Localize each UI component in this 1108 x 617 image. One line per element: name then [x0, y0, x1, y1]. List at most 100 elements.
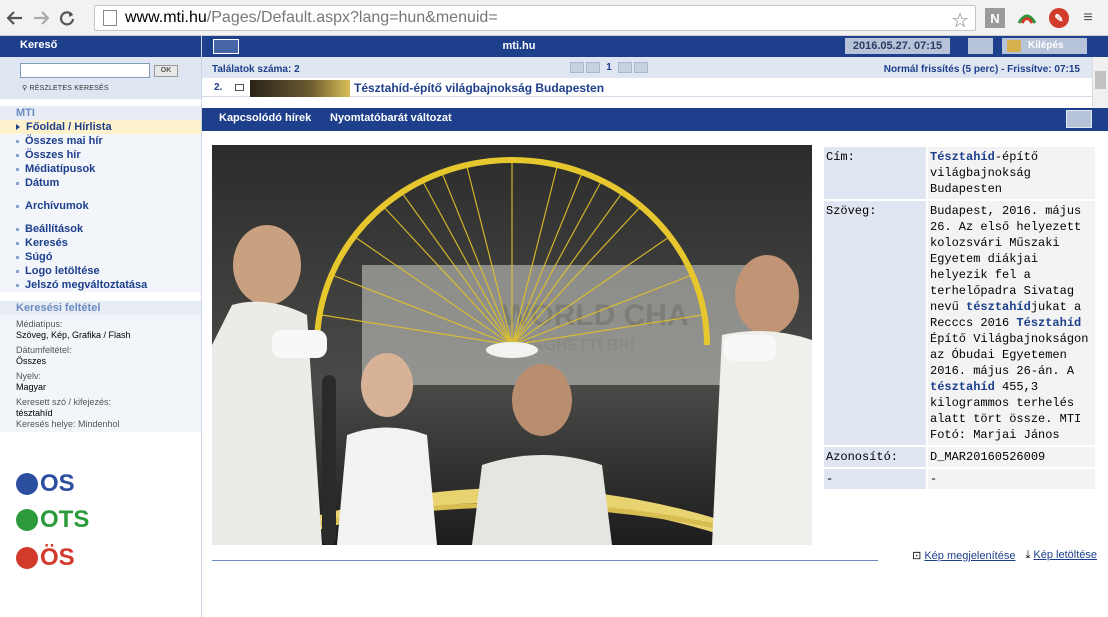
logo-ots[interactable]: OTS	[16, 503, 89, 537]
logo-list: OS OTS ÖS	[16, 467, 89, 575]
text-value: Budapest, 2016. május 26. Az első helyez…	[928, 201, 1095, 445]
logout-button[interactable]: Kilépés	[1002, 38, 1087, 54]
menu-item-home[interactable]: Főoldal / Hírlista	[0, 120, 201, 134]
prev-page-icon[interactable]	[586, 62, 600, 73]
forward-button[interactable]	[30, 7, 52, 29]
criteria-lang-label: Nyelv:	[16, 371, 42, 381]
mti-section-title: MTI	[0, 106, 201, 120]
bullet-icon	[16, 181, 19, 185]
menu-item-label: Logo letöltése	[25, 265, 100, 277]
result-title-keyword: Tésztahíd	[354, 81, 410, 95]
scrollbar-thumb[interactable]	[1095, 71, 1106, 89]
news-photo[interactable]: WORLD CHA SPAGHETTI BRI	[212, 145, 812, 545]
menu-item-today[interactable]: Összes mai hír	[0, 134, 201, 148]
datetime: 2016.05.27. 07:15	[845, 38, 950, 54]
result-title[interactable]: Tésztahíd-építő világbajnokság Budapeste…	[354, 81, 604, 95]
image-links: ⊡ Kép megjelenítése ⤓ Kép letöltése	[912, 549, 1097, 562]
text-label: Szöveg:	[824, 201, 926, 445]
ok-button[interactable]: OK	[154, 65, 178, 77]
menu-item-label: Keresés	[25, 237, 68, 249]
menu-item-date[interactable]: Dátum	[0, 176, 201, 190]
photo-illustration: WORLD CHA SPAGHETTI BRI	[212, 145, 812, 545]
advanced-search-link[interactable]: ⚲ RÉSZLETES KERESÉS	[22, 84, 109, 92]
menu-item-settings[interactable]: Beállítások	[0, 222, 201, 236]
spacer	[0, 190, 201, 199]
criteria-term-label: Keresett szó / kifejezés:	[16, 397, 112, 407]
menu-item-search[interactable]: Keresés	[0, 236, 201, 250]
address-bar[interactable]: www.mti.hu/Pages/Default.aspx?lang=hun&m…	[94, 5, 976, 33]
sidebar: Kereső OK ⚲ RÉSZLETES KERESÉS MTI Főolda…	[0, 36, 202, 617]
menu-item-change-password[interactable]: Jelszó megváltoztatása	[0, 278, 201, 292]
last-page-icon[interactable]	[634, 62, 648, 73]
view-image-link[interactable]: ⊡ Kép megjelenítése	[912, 549, 1015, 562]
spacer	[0, 213, 201, 222]
oes-logo-icon	[16, 547, 38, 569]
logo-os[interactable]: OS	[16, 467, 89, 501]
id-value: D_MAR20160526009	[928, 447, 1095, 467]
reload-button[interactable]	[56, 7, 78, 29]
bullet-icon	[16, 269, 19, 273]
bullet-icon	[16, 204, 19, 208]
menu-item-all[interactable]: Összes hír	[0, 148, 201, 162]
logo-ots-label: OTS	[40, 506, 90, 533]
image-icon: ⊡	[912, 550, 925, 562]
result-thumbnail[interactable]	[250, 80, 350, 97]
search-input[interactable]	[20, 63, 150, 78]
criteria-title: Keresési feltétel	[0, 301, 201, 315]
menu-item-help[interactable]: Súgó	[0, 250, 201, 264]
title-keyword: Tésztahíd	[930, 150, 995, 164]
criteria-date-value: Összes	[16, 356, 47, 366]
criteria-place-label: Keresés helye: Mindenhol	[16, 419, 120, 429]
menu-item-logo-download[interactable]: Logo letöltése	[0, 264, 201, 278]
menu-item-label: Súgó	[25, 251, 53, 263]
back-button[interactable]	[4, 7, 26, 29]
menu-icon[interactable]: ≡	[1078, 8, 1098, 28]
title-label: Cím:	[824, 147, 926, 199]
list-item[interactable]: 2. Tésztahíd-építő világbajnokság Budape…	[202, 78, 1108, 97]
table-row: Szöveg: Budapest, 2016. május 26. Az els…	[824, 201, 1095, 445]
photo-banner-line-1: WORLD CHA	[502, 299, 689, 332]
bullet-icon	[16, 167, 19, 171]
next-page-icon[interactable]	[618, 62, 632, 73]
text-keyword-2: Tésztahíd	[1016, 316, 1082, 330]
url-host: www.mti.hu	[125, 9, 207, 26]
print-version-link[interactable]: Nyomtatóbarát változat	[330, 112, 452, 124]
logo-oes[interactable]: ÖS	[16, 541, 89, 575]
current-page[interactable]: 1	[602, 62, 616, 73]
menu-item-label: Összes hír	[25, 149, 81, 161]
title-value: Tésztahíd-építő világbajnokság Budapeste…	[928, 147, 1095, 199]
bullet-icon	[16, 139, 19, 143]
text-keyword-3: tésztahíd	[930, 380, 995, 394]
view-image-label: Kép megjelenítése	[924, 550, 1016, 562]
menu-item-archives[interactable]: Archívumok	[0, 199, 201, 213]
os-logo-icon	[16, 473, 38, 495]
print-icon[interactable]	[968, 38, 993, 54]
id-label: Azonosító:	[824, 447, 926, 467]
url-path: /Pages/Default.aspx?lang=hun&menuid=	[206, 9, 498, 26]
divider	[212, 560, 878, 561]
bookmark-star-icon[interactable]: ☆	[951, 8, 969, 33]
advanced-search-label: RÉSZLETES KERESÉS	[29, 85, 109, 92]
extension-rainbow-icon[interactable]	[1017, 8, 1037, 28]
extension-red-icon[interactable]: ✎	[1049, 8, 1069, 28]
criteria-lang-value: Magyar	[16, 382, 47, 392]
search-area: OK ⚲ RÉSZLETES KERESÉS	[0, 57, 201, 99]
download-image-link[interactable]: ⤓ Kép letöltése	[1025, 549, 1097, 562]
menu-item-media-types[interactable]: Médiatípusok	[0, 162, 201, 176]
search-title: Kereső	[0, 36, 201, 57]
table-row: - -	[824, 469, 1095, 489]
bullet-icon	[16, 283, 19, 287]
menu-item-label: Beállítások	[25, 223, 84, 235]
results-count: Találatok száma: 2	[212, 64, 300, 75]
table-row: Cím: Tésztahíd-építő világbajnokság Buda…	[824, 147, 1095, 199]
extension-n-icon[interactable]: N	[985, 8, 1005, 28]
related-news-link[interactable]: Kapcsolódó hírek	[219, 112, 311, 124]
scrollbar[interactable]	[1092, 57, 1108, 109]
first-page-icon[interactable]	[570, 62, 584, 73]
printer-icon[interactable]	[1066, 110, 1092, 128]
logout-label: Kilépés	[1028, 40, 1064, 51]
results-bar: Találatok száma: 2 1 Normál frissítés (5…	[202, 57, 1108, 78]
text-part-1: Budapest, 2016. május 26. Az első helyez…	[930, 204, 1082, 314]
criteria-date-label: Dátumfeltétel:	[16, 345, 72, 355]
menu-item-label: Összes mai hír	[25, 135, 103, 147]
